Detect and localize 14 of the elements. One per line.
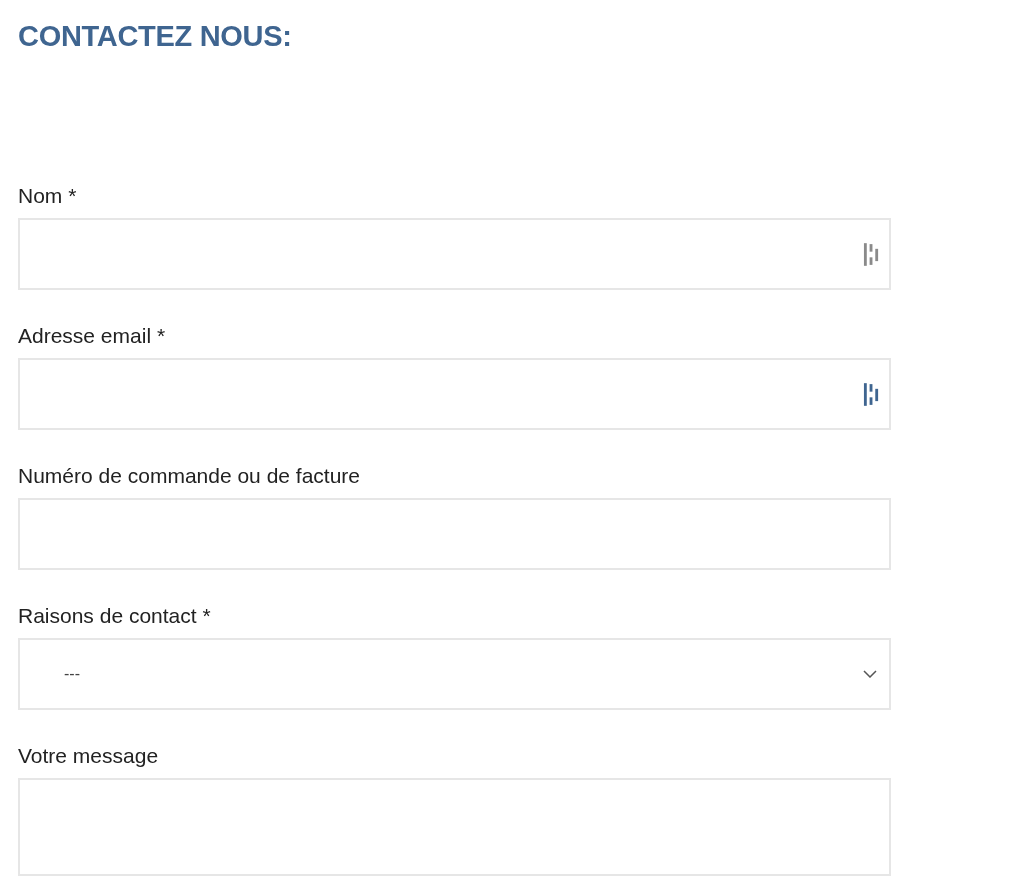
field-label: Nom * <box>18 184 78 208</box>
field-label: Raisons de contact * <box>18 604 212 628</box>
field-label: Votre message <box>18 744 160 768</box>
field-label: Numéro de commande ou de facture <box>18 464 362 488</box>
bars-icon[interactable] <box>863 382 880 406</box>
message-field[interactable] <box>18 778 891 876</box>
field-label: Adresse email * <box>18 324 167 348</box>
page-heading: CONTACTEZ NOUS: <box>18 19 293 54</box>
input-field[interactable] <box>18 218 891 290</box>
chevron-down-icon <box>863 670 877 678</box>
bars-icon[interactable] <box>863 242 880 266</box>
select-field[interactable]: --- <box>18 638 891 710</box>
input-field[interactable] <box>18 358 891 430</box>
input-field[interactable] <box>18 498 891 570</box>
